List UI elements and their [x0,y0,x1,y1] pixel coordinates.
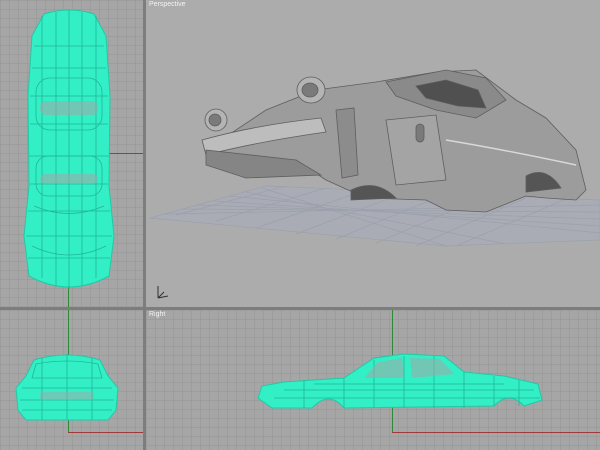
viewport-perspective[interactable]: Perspective [146,0,600,307]
axis-gizmo-icon [157,286,169,299]
car-wireframe-top[interactable] [14,6,124,296]
car-wireframe-side[interactable] [254,350,544,422]
viewport-title: Right [149,311,166,318]
viewport-right[interactable]: Right [146,310,600,450]
viewport-front[interactable] [0,310,143,450]
car-wireframe-front[interactable] [12,350,122,422]
viewport-top[interactable] [0,0,143,307]
perspective-scene [149,69,600,299]
viewport-title: Perspective [149,1,186,8]
x-axis-line [392,432,600,433]
x-axis-line [68,432,143,433]
